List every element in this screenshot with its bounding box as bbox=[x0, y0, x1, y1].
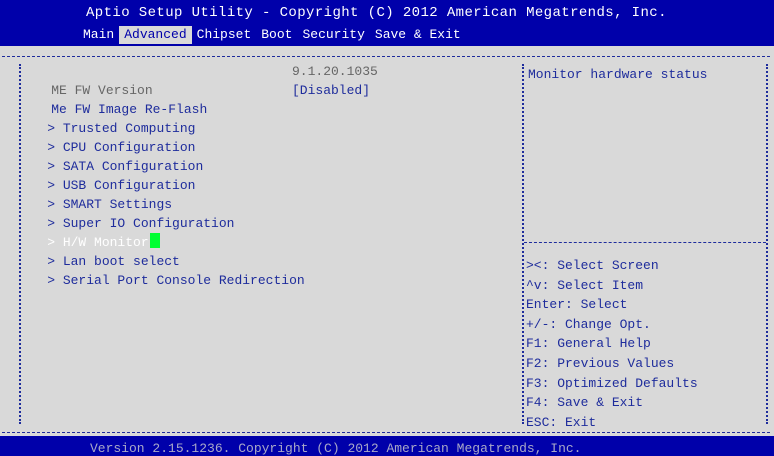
key-help-item: Enter: Select bbox=[526, 297, 628, 313]
key-help-list: ><: Select Screen ^v: Select Item Enter:… bbox=[526, 256, 698, 432]
title-bar: Aptio Setup Utility - Copyright (C) 2012… bbox=[0, 0, 774, 46]
panel-divider bbox=[522, 64, 524, 424]
tab-chipset[interactable]: Chipset bbox=[192, 26, 257, 44]
tab-main[interactable]: Main bbox=[78, 26, 119, 44]
help-description: Monitor hardware status bbox=[528, 67, 708, 82]
key-help-item: F4: Save & Exit bbox=[526, 395, 644, 411]
tab-boot[interactable]: Boot bbox=[256, 26, 297, 44]
panel-border-top bbox=[2, 56, 770, 57]
submenu-arrow-icon: > bbox=[47, 273, 63, 288]
tab-bar: Main Advanced Chipset Boot Security Save… bbox=[78, 26, 466, 44]
menu-item-cpu-configuration[interactable]: > CPU Configuration bbox=[16, 119, 195, 155]
menu-item-sata-configuration[interactable]: > SATA Configuration bbox=[16, 138, 203, 174]
menu-item-super-io-configuration[interactable]: > Super IO Configuration bbox=[16, 195, 234, 231]
tab-security[interactable]: Security bbox=[297, 26, 369, 44]
menu-item-label: Serial Port Console Redirection bbox=[62, 273, 305, 288]
app-title: Aptio Setup Utility - Copyright (C) 2012… bbox=[86, 5, 667, 21]
key-help-item: ESC: Exit bbox=[526, 414, 597, 430]
me-fw-reflash-value[interactable]: [Disabled] bbox=[292, 81, 370, 100]
key-help-item: F2: Previous Values bbox=[526, 355, 675, 371]
footer-bar: Version 2.15.1236. Copyright (C) 2012 Am… bbox=[0, 436, 774, 456]
menu-item-serial-port-console-redirection[interactable]: > Serial Port Console Redirection bbox=[16, 252, 304, 288]
menu-item-hw-monitor[interactable]: > H/W Monitor bbox=[16, 214, 160, 250]
key-help-item: ><: Select Screen bbox=[526, 258, 659, 273]
key-help-item: +/-: Change Opt. bbox=[526, 316, 651, 332]
tab-advanced[interactable]: Advanced bbox=[119, 26, 192, 44]
menu-item-usb-configuration[interactable]: > USB Configuration bbox=[16, 157, 195, 193]
key-help-item: F1: General Help bbox=[526, 336, 651, 352]
help-separator bbox=[524, 242, 766, 243]
tab-save-exit[interactable]: Save & Exit bbox=[370, 26, 466, 44]
key-help-item: ^v: Select Item bbox=[526, 277, 644, 293]
panel-border-right bbox=[766, 64, 768, 424]
key-help-item: F3: Optimized Defaults bbox=[526, 375, 698, 391]
version-text: Version 2.15.1236. Copyright (C) 2012 Am… bbox=[90, 441, 582, 456]
me-fw-reflash-row[interactable]: Me FW Image Re-Flash [Disabled] bbox=[20, 81, 370, 117]
me-fw-version-row: ME FW Version 9.1.20.1035 bbox=[20, 62, 378, 98]
me-fw-version-value: 9.1.20.1035 bbox=[292, 64, 378, 79]
settings-panel: ME FW Version 9.1.20.1035 Me FW Image Re… bbox=[0, 46, 774, 436]
menu-item-lan-boot-select[interactable]: > Lan boot select bbox=[16, 233, 180, 269]
menu-item-trusted-computing[interactable]: > Trusted Computing bbox=[16, 100, 195, 136]
menu-item-smart-settings[interactable]: > SMART Settings bbox=[16, 176, 172, 212]
